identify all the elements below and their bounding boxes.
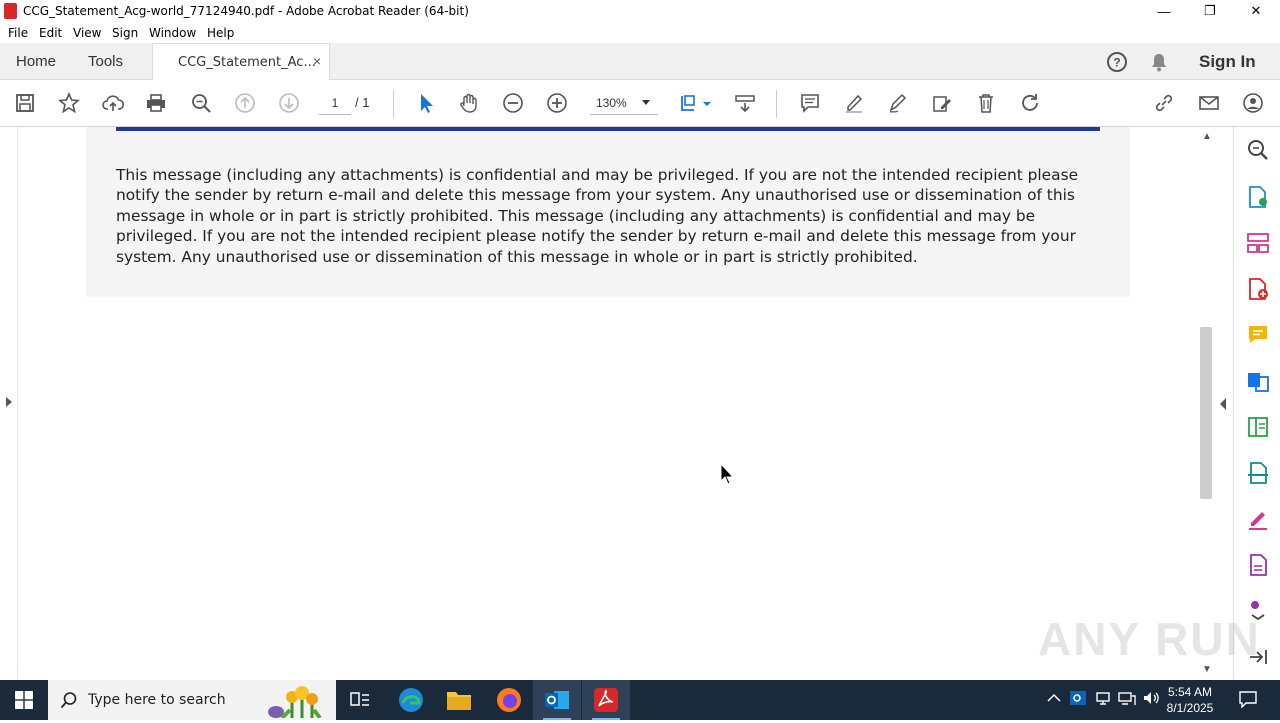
right-tools-panel <box>1233 127 1280 680</box>
add-user-icon[interactable] <box>1241 91 1265 115</box>
sign-in-button[interactable]: Sign In <box>1199 52 1256 72</box>
clock-time: 5:54 AM <box>1167 685 1213 699</box>
delete-trash-icon[interactable] <box>974 91 998 115</box>
edit-text-icon[interactable] <box>930 91 954 115</box>
file-explorer-icon[interactable] <box>435 680 483 720</box>
menu-sign[interactable]: Sign <box>112 26 138 40</box>
zoom-level-value: 130% <box>596 96 627 110</box>
organize-pages-icon[interactable] <box>1246 231 1270 255</box>
next-page-icon[interactable] <box>277 91 301 115</box>
close-window-button[interactable]: ✕ <box>1233 0 1279 22</box>
chevron-down-icon <box>642 100 650 105</box>
task-view-icon[interactable] <box>336 680 384 720</box>
scan-ocr-icon[interactable] <box>1246 461 1270 485</box>
main-toolbar: 1 / 1 130% <box>0 80 1280 127</box>
save-icon[interactable] <box>13 91 37 115</box>
request-signature-icon[interactable] <box>1246 553 1270 577</box>
maximize-button[interactable]: ❐ <box>1187 0 1233 22</box>
tab-bar: Home Tools CCG_Statement_Ac... × ? Sign … <box>0 43 1280 80</box>
search-placeholder: Type here to search <box>88 692 226 708</box>
expand-left-arrow-icon <box>6 397 12 407</box>
hand-tool-icon[interactable] <box>457 91 481 115</box>
search-highlight-flowers-icon <box>262 684 332 723</box>
zoom-in-icon[interactable] <box>545 91 569 115</box>
share-link-icon[interactable] <box>1152 91 1176 115</box>
fit-page-icon[interactable] <box>678 91 714 115</box>
menu-help[interactable]: Help <box>207 26 234 40</box>
comment-icon[interactable] <box>798 91 822 115</box>
firefox-icon[interactable] <box>485 680 533 720</box>
disclaimer-text: This message (including any attachments)… <box>116 166 1079 266</box>
toolbar-divider <box>393 90 394 118</box>
zoom-level-dropdown[interactable]: 130% <box>590 93 658 115</box>
close-tab-icon[interactable]: × <box>313 53 321 69</box>
header-rule <box>116 127 1100 131</box>
network-icon[interactable] <box>1118 690 1136 709</box>
fill-sign-icon[interactable] <box>1246 507 1270 531</box>
title-bar: CCG_Statement_Acg-world_77124940.pdf - A… <box>0 0 1280 22</box>
anyrun-watermark: ANY RUN <box>1038 613 1261 665</box>
search-icon <box>60 691 78 714</box>
draw-pen-icon[interactable] <box>886 91 910 115</box>
start-button[interactable] <box>0 680 48 720</box>
rotate-icon[interactable] <box>1018 91 1042 115</box>
create-pdf-icon[interactable] <box>1246 277 1270 301</box>
zoom-out-icon[interactable] <box>501 91 525 115</box>
clock-date: 8/1/2025 <box>1166 701 1214 715</box>
vertical-scrollbar[interactable]: ▲ ▼ <box>1198 127 1215 680</box>
mouse-cursor-icon <box>720 462 735 490</box>
notifications-bell-icon[interactable] <box>1148 51 1170 78</box>
scroll-up-icon[interactable]: ▲ <box>1202 131 1212 142</box>
acrobat-taskbar-icon[interactable] <box>582 680 630 720</box>
show-hidden-icons-chevron-icon[interactable] <box>1047 691 1061 706</box>
toolbar-divider <box>776 90 777 118</box>
outlook-icon[interactable] <box>533 680 581 720</box>
scroll-mode-icon[interactable] <box>733 91 757 115</box>
notification-center-icon[interactable] <box>1238 690 1258 711</box>
acrobat-app-icon <box>4 3 17 19</box>
network-drive-icon[interactable] <box>1095 690 1111 709</box>
print-icon[interactable] <box>144 91 168 115</box>
volume-icon[interactable] <box>1142 690 1160 709</box>
comment-panel-icon[interactable] <box>1246 323 1270 347</box>
outlook-tray-icon[interactable] <box>1070 690 1086 709</box>
select-cursor-icon[interactable] <box>413 91 437 115</box>
left-panel-toggle[interactable] <box>0 127 18 680</box>
collapse-right-panel-icon[interactable] <box>1219 397 1227 415</box>
menu-file[interactable]: File <box>8 26 28 40</box>
tab-document-label: CCG_Statement_Ac... <box>178 55 316 70</box>
window-title: CCG_Statement_Acg-world_77124940.pdf - A… <box>23 4 469 18</box>
highlight-pen-icon[interactable] <box>842 91 866 115</box>
edit-pdf-icon[interactable] <box>1246 415 1270 439</box>
menu-edit[interactable]: Edit <box>39 26 62 40</box>
tab-tools[interactable]: Tools <box>88 53 123 70</box>
bookmark-star-icon[interactable] <box>57 91 81 115</box>
system-clock[interactable]: 5:54 AM 8/1/2025 <box>1160 684 1220 716</box>
export-pdf-icon[interactable] <box>1246 185 1270 209</box>
document-view[interactable]: This message (including any attachments)… <box>0 127 1233 680</box>
svg-text:?: ? <box>1113 56 1120 70</box>
page-total: / 1 <box>355 95 370 110</box>
menu-bar: File Edit View Sign Window Help <box>0 22 1280 43</box>
edge-browser-icon[interactable] <box>387 680 435 720</box>
upload-cloud-icon[interactable] <box>101 91 125 115</box>
scrollbar-thumb[interactable] <box>1200 327 1212 499</box>
page-number-input[interactable]: 1 <box>319 93 351 115</box>
minimize-button[interactable]: — <box>1141 0 1187 22</box>
taskbar-search-box[interactable]: Type here to search <box>48 680 336 720</box>
previous-page-icon[interactable] <box>233 91 257 115</box>
zoom-search-icon[interactable] <box>189 91 213 115</box>
search-icon[interactable] <box>1246 138 1270 162</box>
combine-files-icon[interactable] <box>1246 369 1270 393</box>
menu-view[interactable]: View <box>73 26 101 40</box>
tab-home[interactable]: Home <box>16 53 56 70</box>
tab-document[interactable]: CCG_Statement_Ac... × <box>152 43 330 80</box>
windows-taskbar: Type here to search 5:54 AM 8/1/2025 <box>0 680 1280 720</box>
email-icon[interactable] <box>1197 91 1221 115</box>
help-icon[interactable]: ? <box>1106 51 1128 78</box>
menu-window[interactable]: Window <box>149 26 196 40</box>
